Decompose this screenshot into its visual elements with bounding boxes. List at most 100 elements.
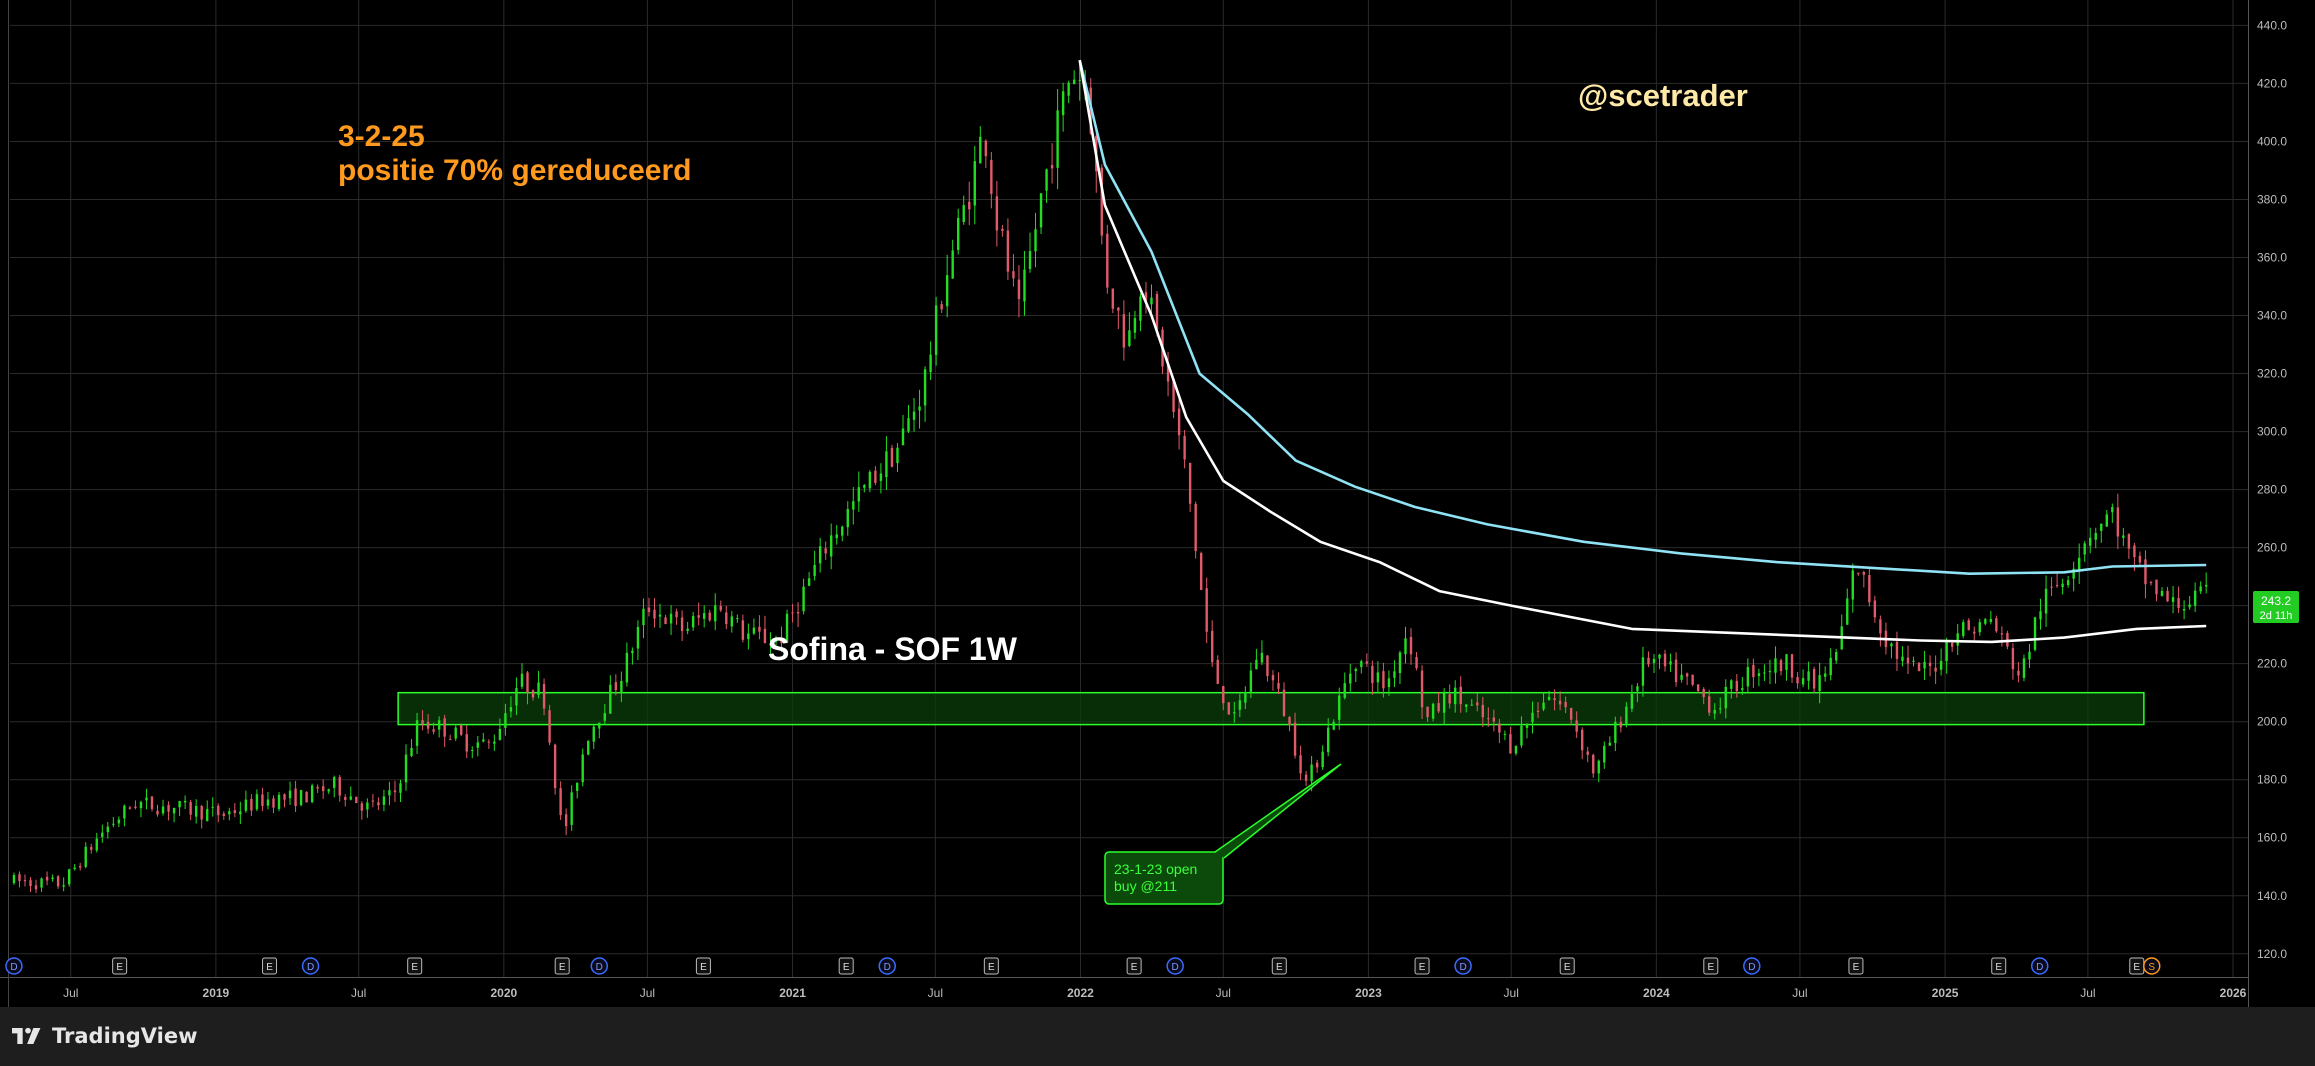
candle-body bbox=[901, 428, 905, 446]
candle-body bbox=[288, 790, 292, 799]
candle-body bbox=[647, 607, 651, 612]
candle-body bbox=[1685, 673, 1689, 677]
x-tick-label: 2019 bbox=[203, 986, 230, 1000]
candle-body bbox=[1117, 307, 1120, 311]
candle-body bbox=[2077, 557, 2081, 571]
x-tick-label: Jul bbox=[63, 986, 78, 1000]
candle-body bbox=[1967, 620, 1970, 631]
chart-area[interactable]: 120.0140.0160.0180.0200.0220.0240.0260.0… bbox=[0, 0, 2315, 1066]
candle-body bbox=[2171, 597, 2175, 602]
candle-body bbox=[255, 794, 259, 810]
candle-body bbox=[1349, 673, 1352, 684]
candle-body bbox=[388, 790, 391, 796]
candle-body bbox=[1183, 435, 1186, 460]
event-markers: DEEDEEDEEDEEDEEDEEDEEDES bbox=[5, 957, 2161, 975]
candle-body bbox=[1801, 678, 1805, 685]
candle-body bbox=[1757, 673, 1761, 677]
candle-body bbox=[1768, 671, 1772, 673]
candle-body bbox=[1857, 572, 1860, 574]
x-tick-label: Jul bbox=[928, 986, 943, 1000]
candle-body bbox=[1321, 751, 1324, 768]
candle-body bbox=[117, 819, 121, 824]
candle-body bbox=[382, 796, 386, 805]
candle-body bbox=[1354, 669, 1357, 672]
candle-body bbox=[1807, 671, 1810, 681]
candle-body bbox=[1139, 296, 1142, 321]
x-tick-label: 2025 bbox=[1932, 986, 1959, 1000]
candle-body bbox=[896, 447, 899, 464]
candle-body bbox=[1255, 659, 1258, 670]
candle-body bbox=[62, 885, 65, 887]
candle-body bbox=[1652, 658, 1656, 664]
candle-body bbox=[1045, 169, 1048, 191]
candle-body bbox=[1266, 655, 1269, 677]
candle-body bbox=[697, 615, 700, 618]
candle-body bbox=[1730, 680, 1733, 689]
candle-body bbox=[1895, 641, 1899, 659]
event-marker-label: E bbox=[988, 962, 995, 973]
candle-body bbox=[432, 729, 435, 732]
candle-body bbox=[1536, 710, 1540, 712]
candle-body bbox=[471, 750, 474, 752]
candle-body bbox=[2122, 535, 2125, 538]
candle-body bbox=[1304, 774, 1308, 781]
candle-body bbox=[1945, 641, 1948, 662]
candle-body bbox=[1448, 694, 1451, 704]
y-tick-label: 420.0 bbox=[2257, 76, 2287, 90]
event-marker-label: E bbox=[116, 962, 123, 973]
candle-body bbox=[890, 447, 894, 467]
candle-body bbox=[2199, 586, 2202, 592]
candle-body bbox=[520, 673, 524, 687]
candle-body bbox=[2155, 579, 2158, 595]
candle-body bbox=[807, 578, 811, 586]
chart-svg[interactable]: 120.0140.0160.0180.0200.0220.0240.0260.0… bbox=[0, 0, 2315, 1066]
candle-body bbox=[951, 250, 954, 279]
candle-body bbox=[581, 754, 584, 783]
candle-body bbox=[636, 626, 640, 649]
tradingview-brand[interactable]: TradingView bbox=[12, 1019, 197, 1053]
candle-body bbox=[404, 754, 408, 783]
candle-body bbox=[277, 794, 281, 809]
candle-body bbox=[415, 720, 419, 746]
candle-body bbox=[1503, 733, 1507, 735]
candle-body bbox=[1746, 667, 1750, 687]
candle-body bbox=[2133, 545, 2136, 558]
candle-body bbox=[691, 615, 695, 628]
last-price-tag: 243.2 2d 11h bbox=[2253, 591, 2299, 623]
candle-body bbox=[321, 786, 325, 792]
candle-body bbox=[818, 546, 822, 564]
candle-body bbox=[145, 797, 148, 801]
footer-bar bbox=[0, 1007, 2315, 1066]
candle-body bbox=[1608, 742, 1612, 746]
candle-body bbox=[570, 792, 573, 825]
y-tick-label: 320.0 bbox=[2257, 367, 2287, 381]
y-tick-label: 200.0 bbox=[2257, 715, 2287, 729]
candle-body bbox=[879, 473, 883, 481]
candle-body bbox=[1078, 80, 1081, 82]
candle-body bbox=[1995, 618, 1998, 632]
candle-body bbox=[962, 205, 965, 223]
candle-body bbox=[504, 713, 507, 728]
x-tick-label: 2023 bbox=[1355, 986, 1382, 1000]
candle-body bbox=[1923, 661, 1926, 669]
candle-body bbox=[2193, 590, 2197, 606]
candle-body bbox=[2066, 580, 2070, 586]
candle-body bbox=[1509, 734, 1512, 754]
candle-body bbox=[112, 823, 115, 825]
candle-body bbox=[1989, 618, 1993, 622]
candle-body bbox=[84, 846, 87, 867]
candle-body bbox=[553, 744, 557, 789]
candle-body bbox=[2094, 533, 2097, 540]
candle-body bbox=[1592, 754, 1595, 774]
candle-body bbox=[2017, 670, 2020, 676]
candle-body bbox=[106, 826, 110, 833]
x-tick-label: Jul bbox=[351, 986, 366, 1000]
candle-body bbox=[211, 806, 214, 808]
y-tick-label: 380.0 bbox=[2257, 192, 2287, 206]
x-tick-label: Jul bbox=[2080, 986, 2095, 1000]
candle-body bbox=[2149, 582, 2153, 584]
candle-body bbox=[1597, 760, 1600, 774]
event-marker-label: E bbox=[411, 962, 418, 973]
candle-body bbox=[912, 411, 916, 420]
candle-body bbox=[217, 805, 220, 816]
